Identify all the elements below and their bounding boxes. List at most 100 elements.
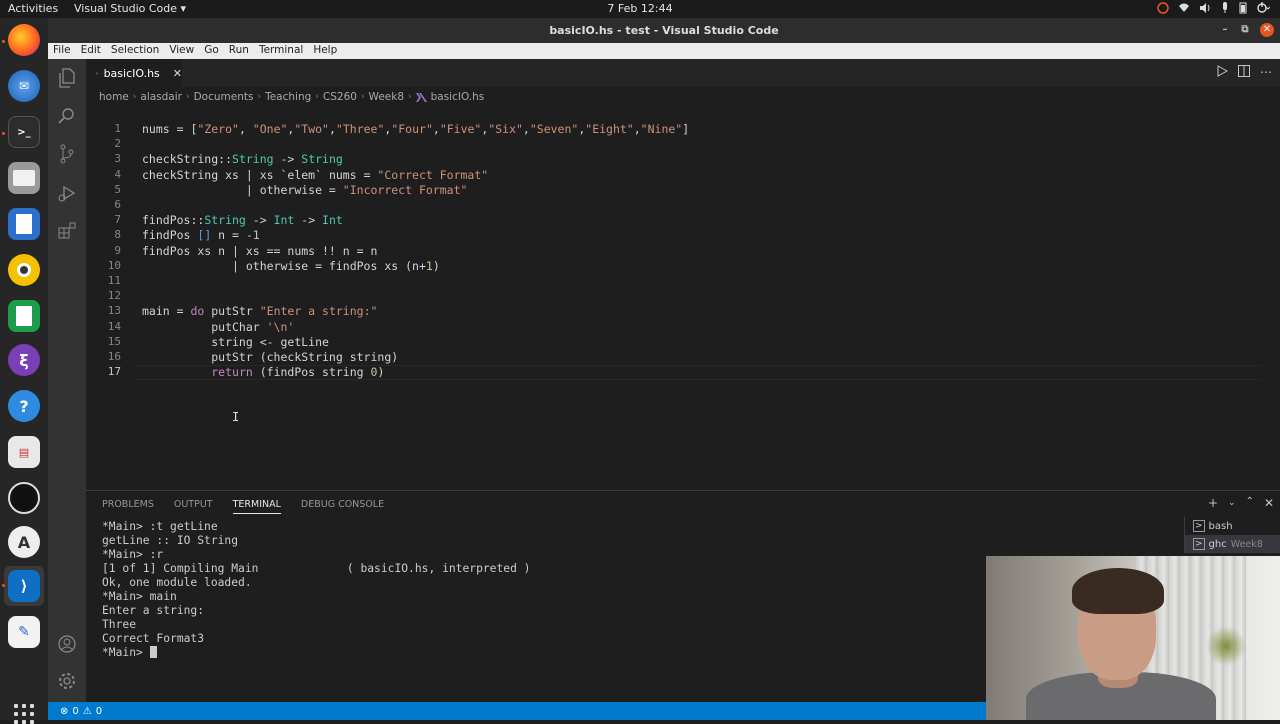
code-line[interactable]: 7 findPos::String -> Int -> Int <box>86 213 1266 228</box>
tab-terminal[interactable]: TERMINAL <box>232 499 281 514</box>
code-line[interactable]: 6 <box>86 198 1266 213</box>
code-line[interactable]: 1 nums = ["Zero", "One","Two","Three","Fo… <box>86 122 1266 137</box>
activity-bar <box>48 59 86 702</box>
error-icon[interactable]: ⊗ <box>60 706 68 717</box>
settings-gear-icon[interactable] <box>57 671 77 691</box>
wifi-icon <box>1179 3 1189 12</box>
thunderbird-icon[interactable]: ✉ <box>8 70 40 102</box>
maximize-panel-icon[interactable]: ⌃ <box>1246 496 1254 510</box>
obs-icon[interactable] <box>8 482 40 514</box>
session-name: bash <box>1208 520 1233 532</box>
vscode-icon[interactable]: ⟩ <box>8 570 40 602</box>
terminal-prompt: *Main> <box>102 646 150 659</box>
terminal-session-bash[interactable]: > bash <box>1185 517 1280 535</box>
code-line[interactable]: 11 <box>86 274 1266 289</box>
error-count[interactable]: 0 <box>72 706 78 717</box>
clock[interactable]: 7 Feb 12:44 <box>0 2 1280 15</box>
close-button[interactable]: ✕ <box>1260 23 1274 37</box>
webcam-plant <box>1206 626 1246 666</box>
code-text: findPos [] n = -1 <box>142 228 260 243</box>
code-line[interactable]: 8 findPos [] n = -1 <box>86 228 1266 243</box>
menu-go[interactable]: Go <box>199 43 224 59</box>
breadcrumb-week8[interactable]: Week8 <box>369 91 404 103</box>
tab-close-icon[interactable]: ✕ <box>173 67 182 80</box>
code-line[interactable]: 5 | otherwise = "Incorrect Format" <box>86 183 1266 198</box>
title-bar: basicIO.hs - test - Visual Studio Code –… <box>48 18 1280 43</box>
source-control-icon[interactable] <box>57 144 77 164</box>
text-editor-icon[interactable]: ▤ <box>8 436 40 468</box>
code-line[interactable]: 12 <box>86 289 1266 304</box>
terminal-icon[interactable]: >_ <box>8 116 40 148</box>
code-line[interactable]: 9 findPos xs n | xs == nums !! n = n <box>86 244 1266 259</box>
tab-basicio[interactable]: basicIO.hs ✕ <box>86 59 182 87</box>
menu-selection[interactable]: Selection <box>106 43 164 59</box>
run-debug-icon[interactable] <box>57 183 77 203</box>
close-panel-icon[interactable]: ✕ <box>1264 496 1274 510</box>
line-number: 2 <box>114 137 121 151</box>
code-line[interactable]: 4 checkString xs | xs `elem` nums = "Corr… <box>86 168 1266 183</box>
restore-button[interactable]: ⧉ <box>1238 23 1252 37</box>
emacs-icon[interactable]: ξ <box>8 344 40 376</box>
tab-debug-console[interactable]: DEBUG CONSOLE <box>301 499 384 514</box>
system-tray[interactable] <box>1157 2 1270 14</box>
show-applications-icon[interactable] <box>14 704 34 724</box>
software-center-icon[interactable]: A <box>8 526 40 558</box>
breadcrumb-home[interactable]: home <box>99 91 129 103</box>
terminal-output[interactable]: *Main> :t getLine getLine :: IO String *… <box>102 520 530 660</box>
panel-actions: + ⌄ ⌃ ✕ <box>1208 496 1274 510</box>
writer-icon[interactable] <box>8 208 40 240</box>
line-number: 5 <box>114 182 121 196</box>
network-status-icon <box>1157 2 1169 14</box>
extensions-icon[interactable] <box>57 221 77 241</box>
explorer-icon[interactable] <box>57 68 77 88</box>
breadcrumb-cs260[interactable]: CS260 <box>323 91 357 103</box>
power-icon <box>1257 2 1270 13</box>
minimize-button[interactable]: – <box>1218 23 1232 37</box>
calc-icon[interactable] <box>8 300 40 332</box>
run-icon[interactable] <box>1216 65 1228 77</box>
menu-file[interactable]: File <box>48 43 76 59</box>
breadcrumb-alasdair[interactable]: alasdair <box>140 91 182 103</box>
split-editor-icon[interactable] <box>1238 65 1250 77</box>
code-line[interactable]: 2 <box>86 137 1266 152</box>
panel-tabs: PROBLEMS OUTPUT TERMINAL DEBUG CONSOLE <box>102 499 384 514</box>
code-line[interactable]: 14 putChar '\n' <box>86 320 1266 335</box>
account-icon[interactable] <box>57 634 77 654</box>
breadcrumb-documents[interactable]: Documents <box>194 91 254 103</box>
gedit-icon[interactable]: ✎ <box>8 616 40 648</box>
code-line[interactable]: 15 string <- getLine <box>86 335 1266 350</box>
code-editor[interactable]: 1 nums = ["Zero", "One","Two","Three","Fo… <box>86 104 1280 484</box>
warning-count[interactable]: 0 <box>96 706 102 717</box>
firefox-icon[interactable] <box>8 24 40 56</box>
line-number: 3 <box>114 152 121 166</box>
terminal-dropdown-icon[interactable]: ⌄ <box>1228 498 1236 510</box>
code-text: | otherwise = "Incorrect Format" <box>142 182 468 197</box>
menu-help[interactable]: Help <box>308 43 342 59</box>
more-actions-icon[interactable]: ⋯ <box>1260 65 1272 79</box>
rhythmbox-icon[interactable] <box>8 254 40 286</box>
menu-run[interactable]: Run <box>224 43 254 59</box>
code-line[interactable]: 3 checkString::String -> String <box>86 152 1266 167</box>
terminal-line: getLine :: IO String <box>102 534 239 547</box>
tab-problems[interactable]: PROBLEMS <box>102 499 154 514</box>
help-icon[interactable]: ? <box>8 390 40 422</box>
code-text: checkString::String -> String <box>142 152 343 167</box>
warning-icon[interactable]: ⚠ <box>83 706 92 717</box>
application-dock: ✉ >_ ξ ? ▤ A ⟩ ✎ <box>0 18 48 724</box>
menu-terminal[interactable]: Terminal <box>254 43 308 59</box>
terminal-session-ghc[interactable]: > ghc Week8 <box>1185 535 1280 553</box>
code-line[interactable]: 16 putStr (checkString string) <box>86 350 1266 365</box>
breadcrumb-file[interactable]: basicIO.hs <box>431 91 485 103</box>
tab-output[interactable]: OUTPUT <box>174 499 213 514</box>
new-terminal-icon[interactable]: + <box>1208 496 1218 510</box>
menu-view[interactable]: View <box>164 43 199 59</box>
code-line[interactable]: 17 return (findPos string 0) <box>86 365 1266 380</box>
search-icon[interactable] <box>57 106 77 126</box>
breadcrumb-teaching[interactable]: Teaching <box>265 91 311 103</box>
code-line[interactable]: 10 | otherwise = findPos xs (n+1) <box>86 259 1266 274</box>
files-icon[interactable] <box>8 162 40 194</box>
terminal-line: Three <box>102 618 137 631</box>
menu-edit[interactable]: Edit <box>76 43 106 59</box>
code-line[interactable]: 13 main = do putStr "Enter a string:" <box>86 304 1266 319</box>
line-number: 11 <box>107 274 121 287</box>
